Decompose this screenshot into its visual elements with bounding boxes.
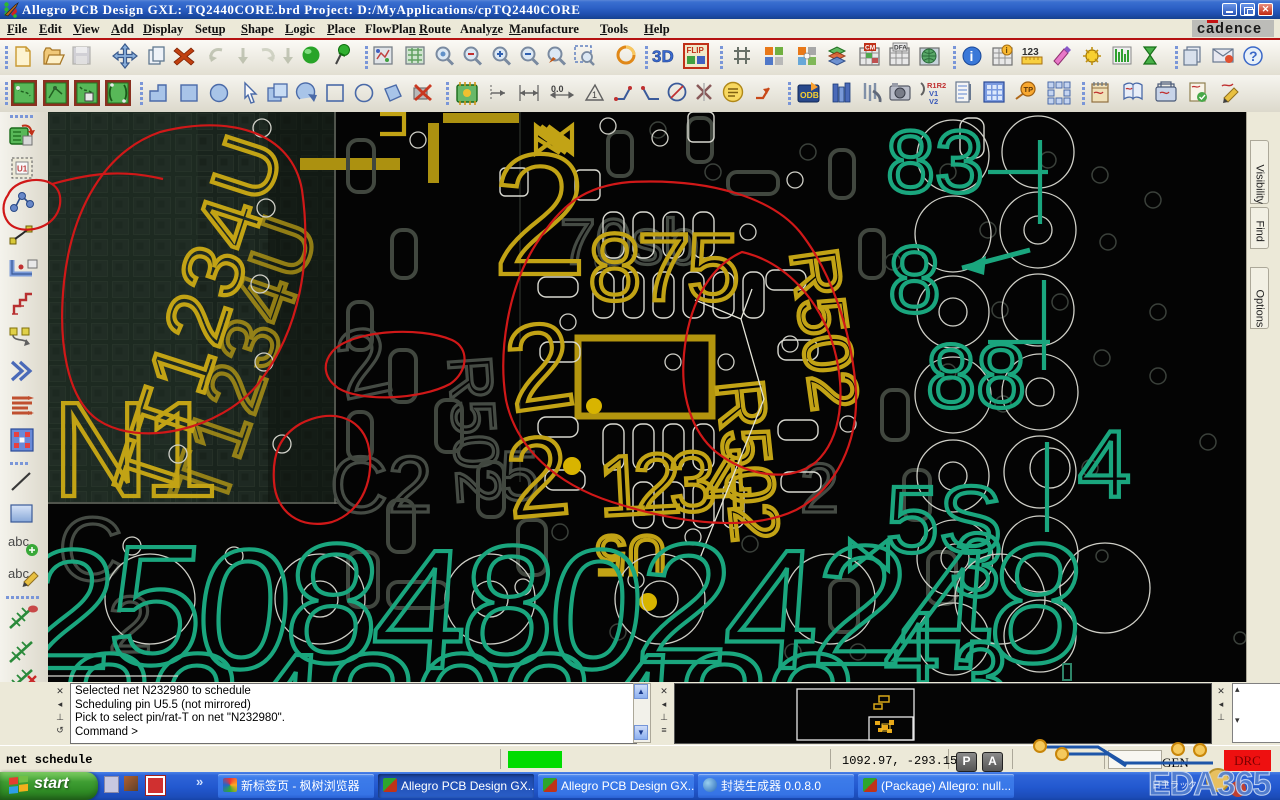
svg-text:8: 8: [667, 619, 775, 682]
svg-text:?: ?: [1249, 48, 1258, 64]
svg-text:3D: 3D: [652, 47, 674, 66]
svg-text:0.0: 0.0: [551, 84, 564, 94]
svg-text:875: 875: [588, 214, 737, 321]
svg-text:U1: U1: [17, 165, 28, 174]
svg-text:2: 2: [139, 619, 247, 682]
svg-text:abc: abc: [8, 566, 29, 581]
svg-text:1: 1: [592, 90, 597, 100]
svg-text:i: i: [970, 48, 974, 64]
svg-text:8: 8: [315, 619, 423, 682]
svg-text:8: 8: [983, 509, 1091, 682]
svg-text:i: i: [1006, 46, 1008, 55]
svg-text:V2: V2: [929, 97, 938, 106]
svg-text:8: 8: [51, 619, 159, 682]
svg-text:8: 8: [888, 227, 941, 333]
svg-text:0: 0: [403, 619, 511, 682]
svg-text:2: 2: [492, 119, 588, 311]
svg-text:FLIP: FLIP: [687, 46, 705, 55]
svg-text:4: 4: [227, 619, 335, 682]
svg-text:83: 83: [886, 112, 984, 211]
svg-text:4: 4: [1078, 412, 1131, 518]
svg-text:CM: CM: [865, 45, 875, 52]
svg-text:2: 2: [755, 619, 863, 682]
svg-text:TP: TP: [1024, 85, 1034, 94]
svg-text:abc: abc: [8, 534, 29, 549]
svg-text:ODB: ODB: [800, 90, 819, 100]
svg-text:4: 4: [579, 619, 687, 682]
svg-text:2: 2: [491, 619, 599, 682]
svg-text:123: 123: [1022, 47, 1039, 58]
svg-text:DFA: DFA: [894, 45, 907, 52]
